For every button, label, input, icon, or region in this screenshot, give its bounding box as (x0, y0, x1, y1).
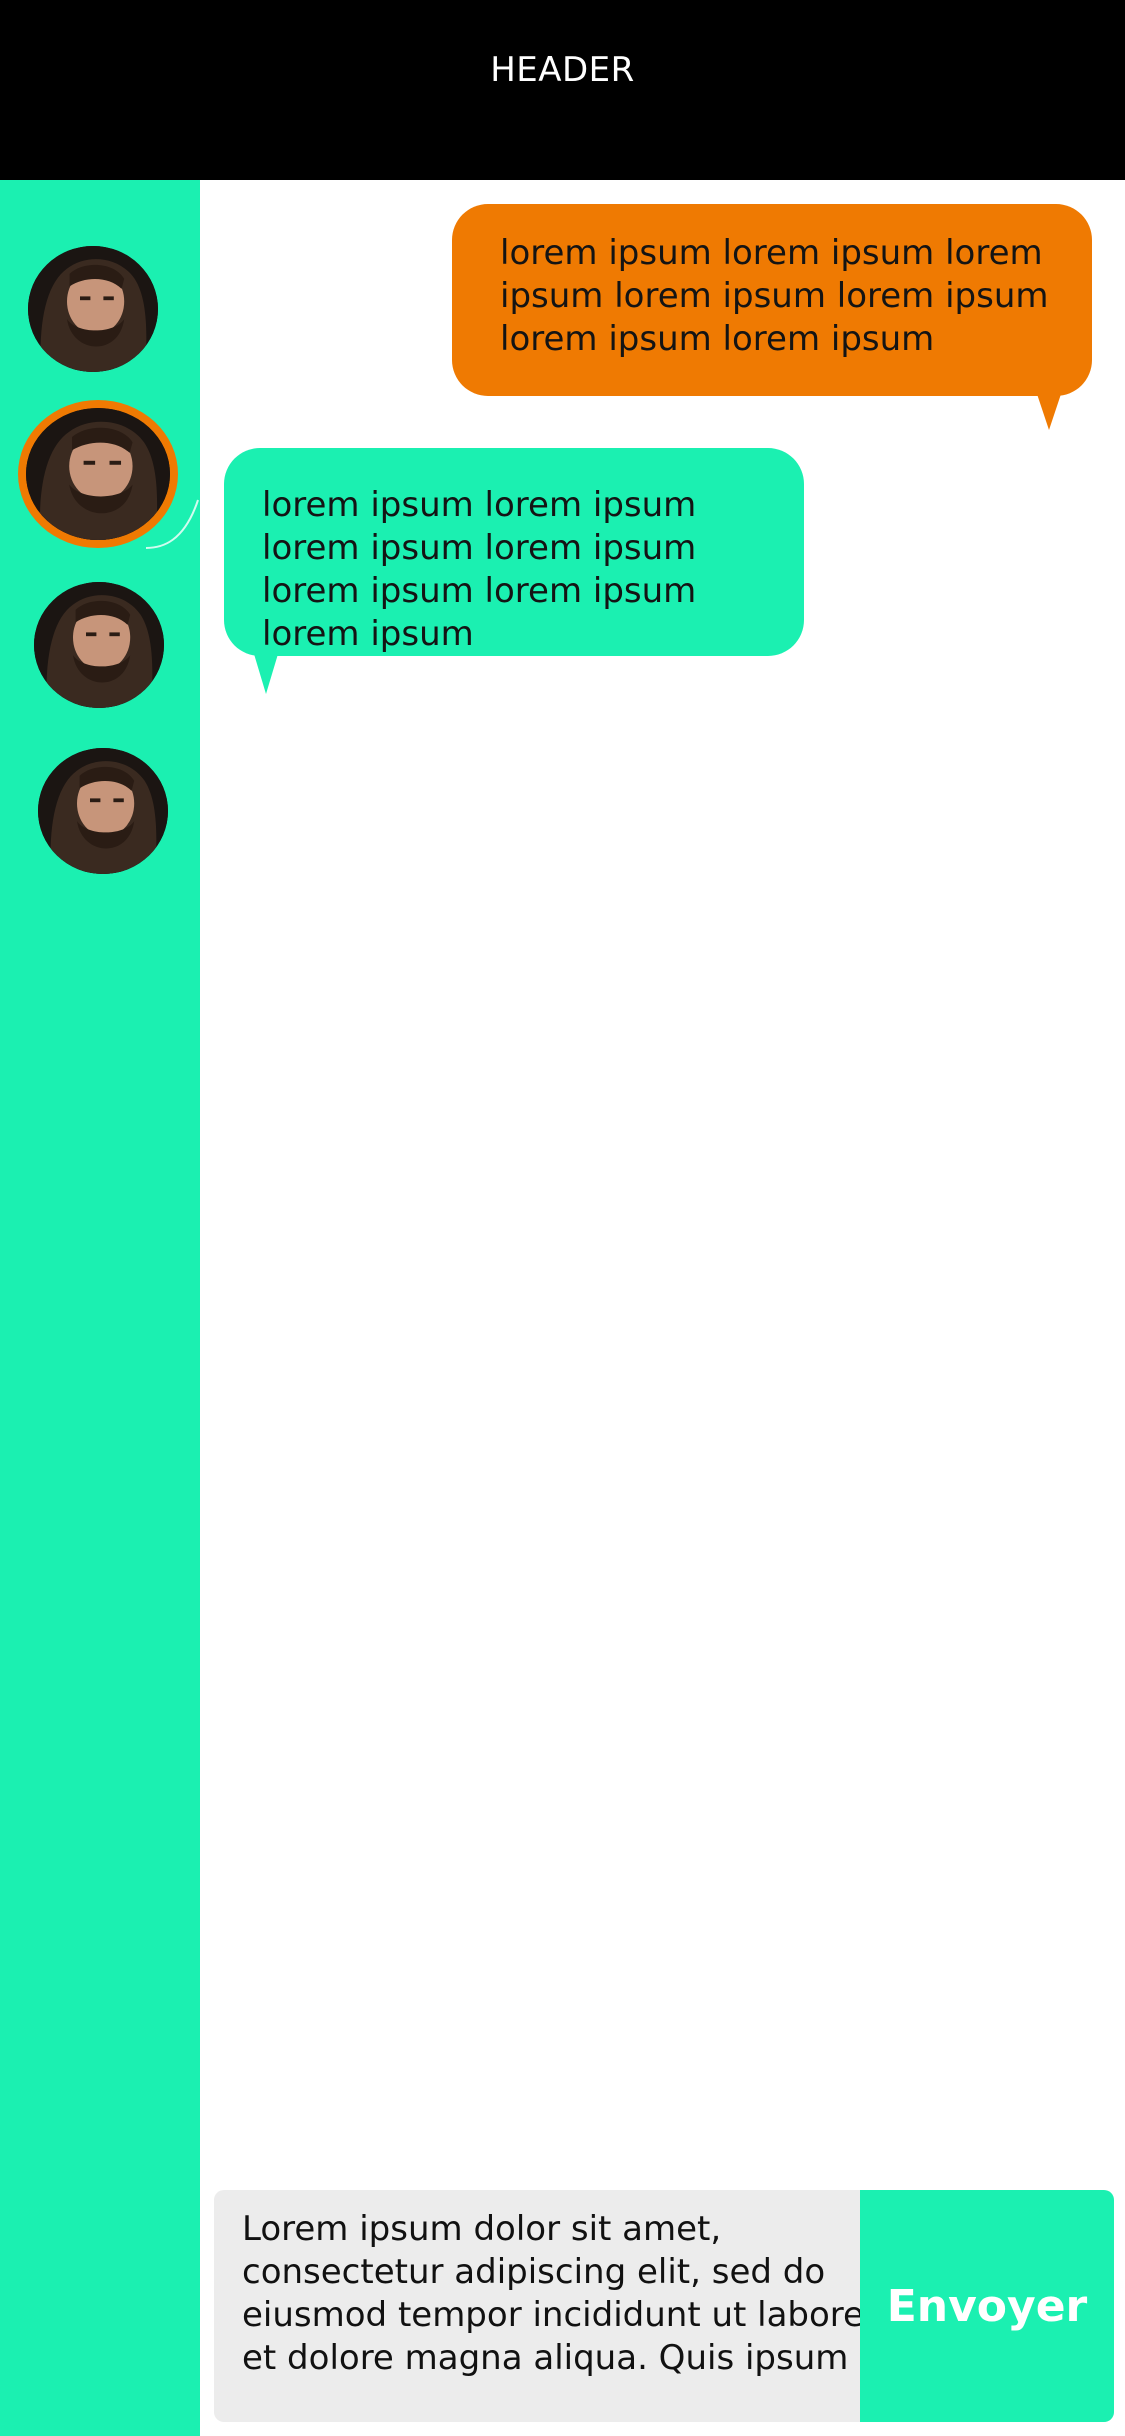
contact-avatar-1[interactable] (28, 246, 158, 372)
message-composer: Lorem ipsum dolor sit amet, consectetur … (214, 2190, 1114, 2422)
send-button[interactable]: Envoyer (860, 2190, 1114, 2422)
outgoing-bubble-tail (1037, 394, 1061, 430)
contact-avatar-4[interactable] (38, 748, 168, 874)
contact-avatar-3[interactable] (34, 582, 164, 708)
app-header: HEADER (0, 0, 1125, 180)
header-title: HEADER (490, 50, 635, 90)
incoming-message: lorem ipsum lorem ipsum lorem ipsum lore… (224, 448, 804, 656)
outgoing-message: lorem ipsum lorem ipsum lorem ipsum lore… (452, 204, 1092, 396)
outgoing-message-text: lorem ipsum lorem ipsum lorem ipsum lore… (500, 233, 1049, 359)
contacts-sidebar (0, 180, 200, 2436)
contact-avatar-2[interactable] (18, 400, 178, 548)
avatar-photo-icon (34, 582, 164, 708)
avatar-photo-icon (28, 246, 158, 372)
avatar-photo-icon (38, 748, 168, 874)
incoming-bubble-tail (254, 654, 278, 694)
incoming-message-text: lorem ipsum lorem ipsum lorem ipsum lore… (262, 485, 697, 654)
avatar-photo-icon (26, 408, 170, 540)
message-input[interactable]: Lorem ipsum dolor sit amet, consectetur … (214, 2190, 874, 2422)
